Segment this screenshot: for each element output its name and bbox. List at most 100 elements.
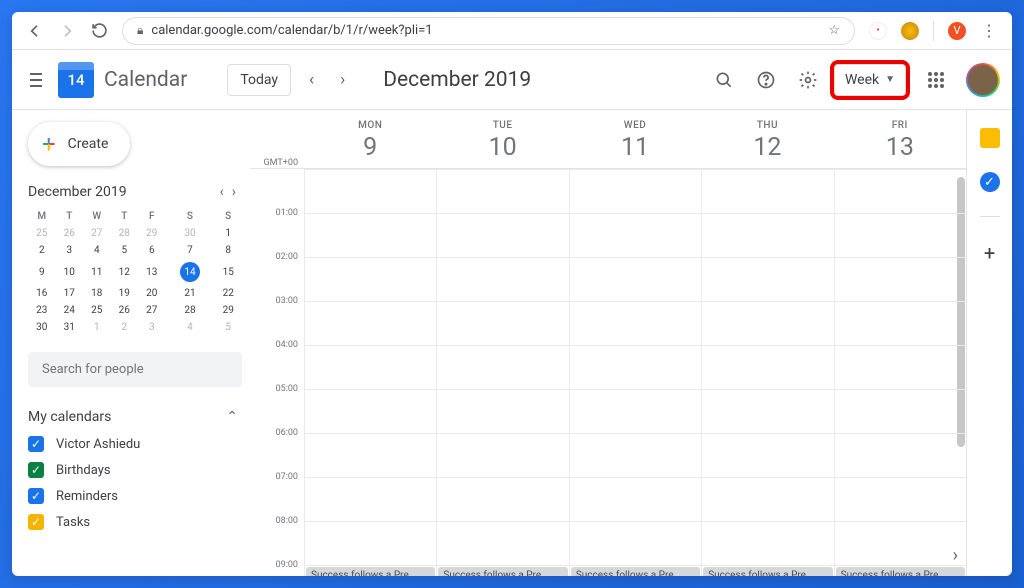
mini-day[interactable]: 31 <box>56 319 84 336</box>
time-cell[interactable] <box>304 345 436 389</box>
mini-day[interactable]: 24 <box>56 302 84 319</box>
view-switcher[interactable]: Week ▼ <box>834 64 906 96</box>
mini-day[interactable]: 2 <box>28 242 56 259</box>
time-cell[interactable] <box>701 433 833 477</box>
my-calendars-header[interactable]: My calendars ⌃ <box>28 405 242 431</box>
time-cell[interactable] <box>436 433 568 477</box>
mini-day[interactable]: 5 <box>111 242 139 259</box>
time-cell[interactable] <box>834 477 966 521</box>
today-button[interactable]: Today <box>227 64 291 96</box>
time-cell[interactable] <box>569 477 701 521</box>
mini-day[interactable]: 29 <box>214 302 242 319</box>
time-cell[interactable] <box>436 213 568 257</box>
mini-day[interactable]: 13 <box>138 259 166 285</box>
mini-day[interactable]: 11 <box>83 259 111 285</box>
mini-day[interactable]: 10 <box>56 259 84 285</box>
time-cell[interactable] <box>569 521 701 565</box>
time-grid[interactable]: 01:0002:0003:0004:0005:0006:0007:0008:00… <box>250 169 966 576</box>
settings-icon[interactable] <box>792 64 824 96</box>
mini-day[interactable]: 5 <box>214 319 242 336</box>
time-cell[interactable] <box>834 301 966 345</box>
mini-day[interactable]: 25 <box>83 302 111 319</box>
time-cell[interactable] <box>304 301 436 345</box>
mini-day[interactable]: 4 <box>83 242 111 259</box>
time-cell[interactable] <box>304 477 436 521</box>
time-cell[interactable] <box>834 433 966 477</box>
time-cell[interactable] <box>436 477 568 521</box>
time-cell[interactable] <box>701 213 833 257</box>
mini-day[interactable]: 22 <box>214 285 242 302</box>
mini-day[interactable]: 20 <box>138 285 166 302</box>
calendar-event[interactable]: Success follows a Pre09:00 – 10:00 <box>438 567 567 576</box>
mini-day[interactable]: 19 <box>111 285 139 302</box>
mini-day[interactable]: 28 <box>111 225 139 242</box>
calendar-checkbox[interactable]: ✓ <box>28 488 44 504</box>
mini-day[interactable]: 14 <box>166 259 215 285</box>
search-people-input[interactable] <box>28 352 242 387</box>
mini-day[interactable]: 23 <box>28 302 56 319</box>
time-cell[interactable] <box>436 257 568 301</box>
reload-icon[interactable] <box>90 22 108 40</box>
time-cell[interactable] <box>701 521 833 565</box>
mini-day[interactable]: 4 <box>166 319 215 336</box>
search-icon[interactable] <box>708 64 740 96</box>
mini-day[interactable]: 17 <box>56 285 84 302</box>
calendar-event[interactable]: Success follows a Pre09:00 – 10:00 <box>703 567 832 576</box>
time-cell[interactable] <box>834 257 966 301</box>
mini-day[interactable]: 2 <box>111 319 139 336</box>
mini-day[interactable]: 15 <box>214 259 242 285</box>
time-cell[interactable] <box>436 345 568 389</box>
time-cell[interactable]: Success follows a Pre09:00 – 10:00 <box>834 565 966 576</box>
time-cell[interactable] <box>701 257 833 301</box>
day-header[interactable]: TUE10 <box>436 110 568 168</box>
profile-badge[interactable]: V <box>948 22 966 40</box>
mini-day[interactable]: 26 <box>56 225 84 242</box>
mini-day[interactable]: 9 <box>28 259 56 285</box>
calendar-checkbox[interactable]: ✓ <box>28 514 44 530</box>
time-cell[interactable] <box>436 169 568 213</box>
time-cell[interactable] <box>701 477 833 521</box>
time-cell[interactable]: Success follows a Pre09:00 – 10:00 <box>701 565 833 576</box>
mini-day[interactable]: 8 <box>214 242 242 259</box>
day-header[interactable]: FRI13 <box>834 110 966 168</box>
mini-day[interactable]: 27 <box>138 302 166 319</box>
time-cell[interactable] <box>304 169 436 213</box>
mini-day[interactable]: 30 <box>166 225 215 242</box>
mini-day[interactable]: 26 <box>111 302 139 319</box>
time-cell[interactable] <box>569 169 701 213</box>
mini-day[interactable]: 25 <box>28 225 56 242</box>
time-cell[interactable] <box>569 389 701 433</box>
account-avatar[interactable] <box>966 63 1000 97</box>
mini-day[interactable]: 28 <box>166 302 215 319</box>
mini-prev-icon[interactable]: ‹ <box>220 184 224 200</box>
mini-day[interactable]: 1 <box>214 225 242 242</box>
mini-next-icon[interactable]: › <box>232 184 236 200</box>
mini-day[interactable]: 29 <box>138 225 166 242</box>
create-button[interactable]: + Create <box>28 122 130 166</box>
mini-day[interactable]: 12 <box>111 259 139 285</box>
calendar-item[interactable]: ✓Victor Ashiedu <box>28 431 242 457</box>
time-cell[interactable] <box>701 169 833 213</box>
next-week-icon[interactable]: › <box>332 66 353 94</box>
address-bar[interactable]: 🔒︎ calendar.google.com/calendar/b/1/r/we… <box>122 17 855 45</box>
mini-day[interactable]: 3 <box>56 242 84 259</box>
back-icon[interactable] <box>26 22 44 40</box>
time-cell[interactable] <box>436 521 568 565</box>
time-cell[interactable] <box>304 257 436 301</box>
calendar-event[interactable]: Success follows a Pre09:00 – 10:00 <box>571 567 700 576</box>
time-cell[interactable]: Success follows a Pre09:00 – 10:00 <box>569 565 701 576</box>
time-cell[interactable]: Success follows a Pre09:00 – 10:00 <box>436 565 568 576</box>
calendar-item[interactable]: ✓Birthdays <box>28 457 242 483</box>
forward-icon[interactable] <box>58 22 76 40</box>
time-cell[interactable] <box>436 389 568 433</box>
help-icon[interactable] <box>750 64 782 96</box>
time-cell[interactable] <box>834 345 966 389</box>
time-cell[interactable] <box>834 213 966 257</box>
time-cell[interactable]: Success follows a Pre09:00 – 10:00 <box>304 565 436 576</box>
mini-day[interactable]: 30 <box>28 319 56 336</box>
time-cell[interactable] <box>701 301 833 345</box>
time-cell[interactable] <box>834 521 966 565</box>
mini-day[interactable]: 7 <box>166 242 215 259</box>
keep-icon[interactable] <box>980 128 1000 148</box>
prev-week-icon[interactable]: ‹ <box>301 66 322 94</box>
